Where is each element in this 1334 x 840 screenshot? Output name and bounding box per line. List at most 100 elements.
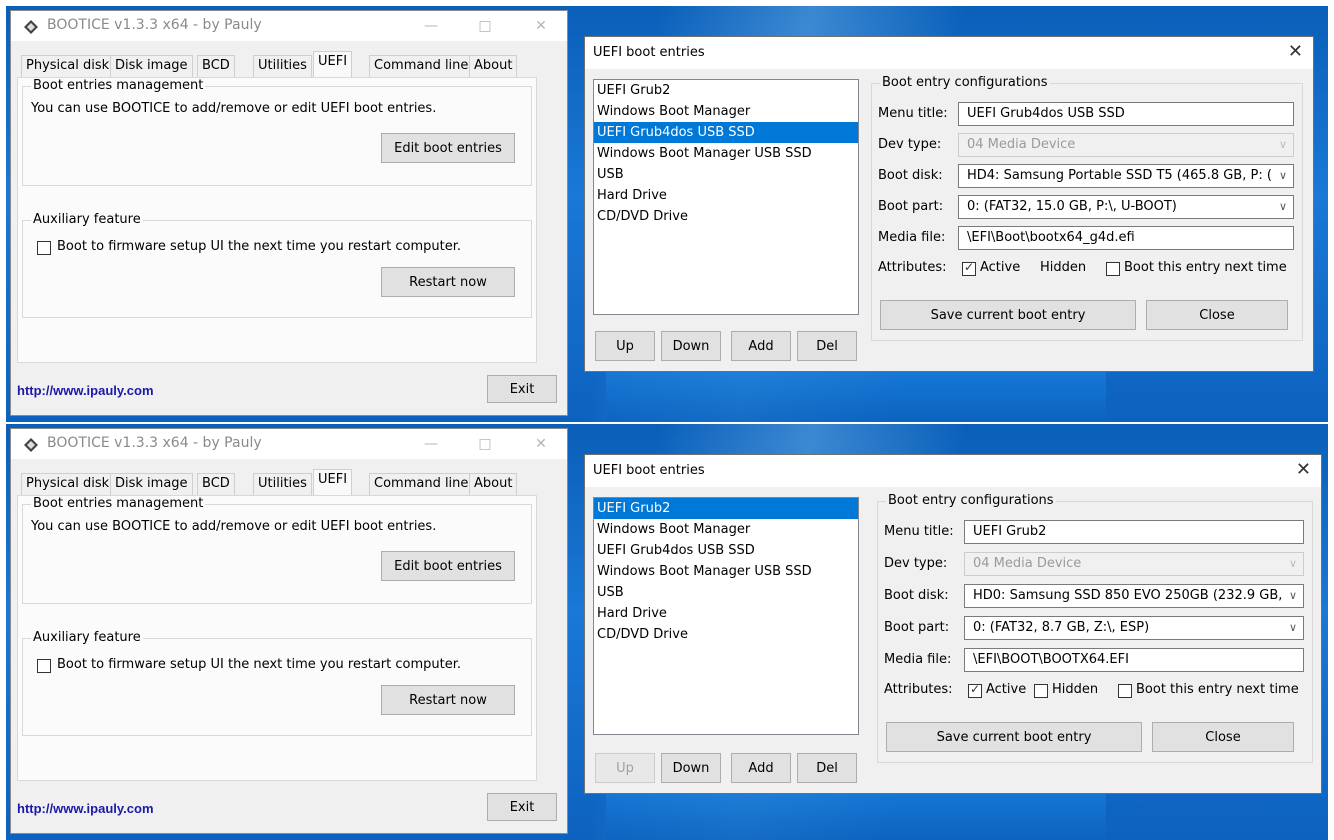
boot-entry-list: UEFI Grub2 Windows Boot Manager UEFI Gru… xyxy=(593,79,859,315)
close-button[interactable]: Close xyxy=(1146,300,1288,330)
media-file-input[interactable]: \EFI\Boot\bootx64_g4d.efi xyxy=(958,226,1294,250)
list-item[interactable]: UEFI Grub2 xyxy=(594,80,858,101)
list-item[interactable]: Windows Boot Manager USB SSD xyxy=(594,561,858,582)
add-button[interactable]: Add xyxy=(731,331,791,361)
website-link[interactable]: http://www.ipauly.com xyxy=(17,383,154,398)
attributes-label: Attributes: xyxy=(878,260,947,275)
tab-disk-image[interactable]: Disk image xyxy=(110,473,193,495)
dialog-titlebar: UEFI boot entries ✕ xyxy=(585,37,1313,69)
down-button[interactable]: Down xyxy=(661,753,721,783)
tab-utilities[interactable]: Utilities xyxy=(253,473,312,495)
screenshot-panel-1: BOOTICE v1.3.3 x64 - by Pauly — □ ✕ Phys… xyxy=(6,6,1328,422)
boot-part-select[interactable]: 0: (FAT32, 15.0 GB, P:\, U-BOOT) ∨ xyxy=(958,195,1294,219)
screenshot-panel-2: BOOTICE v1.3.3 x64 - by Pauly — □ ✕ Phys… xyxy=(6,424,1328,840)
list-item[interactable]: Windows Boot Manager xyxy=(594,519,858,540)
list-item[interactable]: Hard Drive xyxy=(594,603,858,624)
menu-title-input[interactable]: UEFI Grub2 xyxy=(964,520,1304,544)
maximize-icon[interactable]: □ xyxy=(473,15,497,37)
close-button[interactable]: Close xyxy=(1152,722,1294,752)
tab-about[interactable]: About xyxy=(469,55,518,77)
hidden-label: Hidden xyxy=(1040,260,1087,275)
dev-type-select[interactable]: 04 Media Device ∨ xyxy=(964,552,1304,576)
minimize-icon[interactable]: — xyxy=(419,15,443,37)
list-item[interactable]: CD/DVD Drive xyxy=(594,206,858,227)
boot-next-checkbox[interactable] xyxy=(1106,262,1120,276)
tab-command-line[interactable]: Command line xyxy=(369,473,474,495)
boot-entries-description: You can use BOOTICE to add/remove or edi… xyxy=(31,519,437,534)
menu-title-input[interactable]: UEFI Grub4dos USB SSD xyxy=(958,102,1294,126)
list-item[interactable]: USB xyxy=(594,582,858,603)
tab-uefi[interactable]: UEFI xyxy=(313,51,353,77)
list-item[interactable]: CD/DVD Drive xyxy=(594,624,858,645)
chevron-down-icon: ∨ xyxy=(1278,200,1287,213)
boot-disk-value: HD4: Samsung Portable SSD T5 (465.8 GB, … xyxy=(967,168,1272,183)
boot-next-checkbox[interactable] xyxy=(1118,684,1132,698)
boot-entry-config-group: Boot entry configurations Menu title: UE… xyxy=(877,493,1313,763)
list-item-selected[interactable]: UEFI Grub2 xyxy=(594,498,858,519)
chevron-down-icon: ∨ xyxy=(1288,621,1297,634)
add-button[interactable]: Add xyxy=(731,753,791,783)
list-item[interactable]: Hard Drive xyxy=(594,185,858,206)
dialog-title: UEFI boot entries xyxy=(593,463,705,478)
minimize-icon[interactable]: — xyxy=(419,433,443,455)
hidden-checkbox[interactable] xyxy=(1034,684,1048,698)
exit-button[interactable]: Exit xyxy=(487,793,557,821)
bootice-app-icon xyxy=(24,20,38,34)
exit-button[interactable]: Exit xyxy=(487,375,557,403)
active-checkbox[interactable] xyxy=(968,682,982,698)
dev-type-select[interactable]: 04 Media Device ∨ xyxy=(958,133,1294,157)
auxiliary-legend: Auxiliary feature xyxy=(31,212,143,227)
maximize-icon[interactable]: □ xyxy=(473,433,497,455)
boot-disk-select[interactable]: HD0: Samsung SSD 850 EVO 250GB (232.9 GB… xyxy=(964,584,1304,608)
down-button[interactable]: Down xyxy=(661,331,721,361)
dialog-close-icon[interactable]: ✕ xyxy=(1296,459,1311,480)
boot-disk-select[interactable]: HD4: Samsung Portable SSD T5 (465.8 GB, … xyxy=(958,164,1294,188)
del-button[interactable]: Del xyxy=(797,753,857,783)
dialog-titlebar: UEFI boot entries ✕ xyxy=(585,455,1321,487)
firmware-setup-label: Boot to firmware setup UI the next time … xyxy=(57,239,461,254)
save-boot-entry-button[interactable]: Save current boot entry xyxy=(880,300,1136,330)
restart-now-button[interactable]: Restart now xyxy=(381,267,515,297)
firmware-setup-checkbox[interactable] xyxy=(37,241,51,255)
bootice-window: BOOTICE v1.3.3 x64 - by Pauly — □ ✕ Phys… xyxy=(10,10,568,416)
media-file-input[interactable]: \EFI\BOOT\BOOTX64.EFI xyxy=(964,648,1304,672)
list-item[interactable]: Windows Boot Manager USB SSD xyxy=(594,143,858,164)
config-legend: Boot entry configurations xyxy=(886,493,1056,508)
window-title: BOOTICE v1.3.3 x64 - by Pauly xyxy=(47,435,262,451)
tab-physical-disk[interactable]: Physical disk xyxy=(21,55,115,77)
up-button[interactable]: Up xyxy=(595,753,655,783)
website-link[interactable]: http://www.ipauly.com xyxy=(17,801,154,816)
tab-bcd[interactable]: BCD xyxy=(197,55,235,77)
boot-entries-description: You can use BOOTICE to add/remove or edi… xyxy=(31,101,437,116)
list-item-selected[interactable]: UEFI Grub4dos USB SSD xyxy=(594,122,858,143)
boot-entries-group: Boot entries management You can use BOOT… xyxy=(22,78,532,186)
close-icon[interactable]: ✕ xyxy=(529,433,553,455)
list-item[interactable]: Windows Boot Manager xyxy=(594,101,858,122)
boot-part-select[interactable]: 0: (FAT32, 8.7 GB, Z:\, ESP) ∨ xyxy=(964,616,1304,640)
tab-utilities[interactable]: Utilities xyxy=(253,55,312,77)
list-item[interactable]: UEFI Grub4dos USB SSD xyxy=(594,540,858,561)
close-icon[interactable]: ✕ xyxy=(529,15,553,37)
window-title: BOOTICE v1.3.3 x64 - by Pauly xyxy=(47,17,262,33)
tab-bcd[interactable]: BCD xyxy=(197,473,235,495)
active-checkbox[interactable] xyxy=(962,260,976,276)
restart-now-button[interactable]: Restart now xyxy=(381,685,515,715)
edit-boot-entries-button[interactable]: Edit boot entries xyxy=(381,133,515,163)
list-item[interactable]: USB xyxy=(594,164,858,185)
edit-boot-entries-button[interactable]: Edit boot entries xyxy=(381,551,515,581)
tab-about[interactable]: About xyxy=(469,473,518,495)
dev-type-value: 04 Media Device xyxy=(967,137,1076,152)
tab-physical-disk[interactable]: Physical disk xyxy=(21,473,115,495)
tab-uefi[interactable]: UEFI xyxy=(313,469,353,495)
up-button[interactable]: Up xyxy=(595,331,655,361)
firmware-setup-checkbox[interactable] xyxy=(37,659,51,673)
tab-disk-image[interactable]: Disk image xyxy=(110,55,193,77)
del-button[interactable]: Del xyxy=(797,331,857,361)
save-boot-entry-button[interactable]: Save current boot entry xyxy=(886,722,1142,752)
media-file-label: Media file: xyxy=(878,230,946,245)
tab-command-line[interactable]: Command line xyxy=(369,55,474,77)
uefi-tab-panel: Boot entries management You can use BOOT… xyxy=(17,77,537,363)
boot-part-value: 0: (FAT32, 15.0 GB, P:\, U-BOOT) xyxy=(967,199,1177,214)
bootice-app-icon xyxy=(24,438,38,452)
dialog-close-icon[interactable]: ✕ xyxy=(1288,41,1303,62)
